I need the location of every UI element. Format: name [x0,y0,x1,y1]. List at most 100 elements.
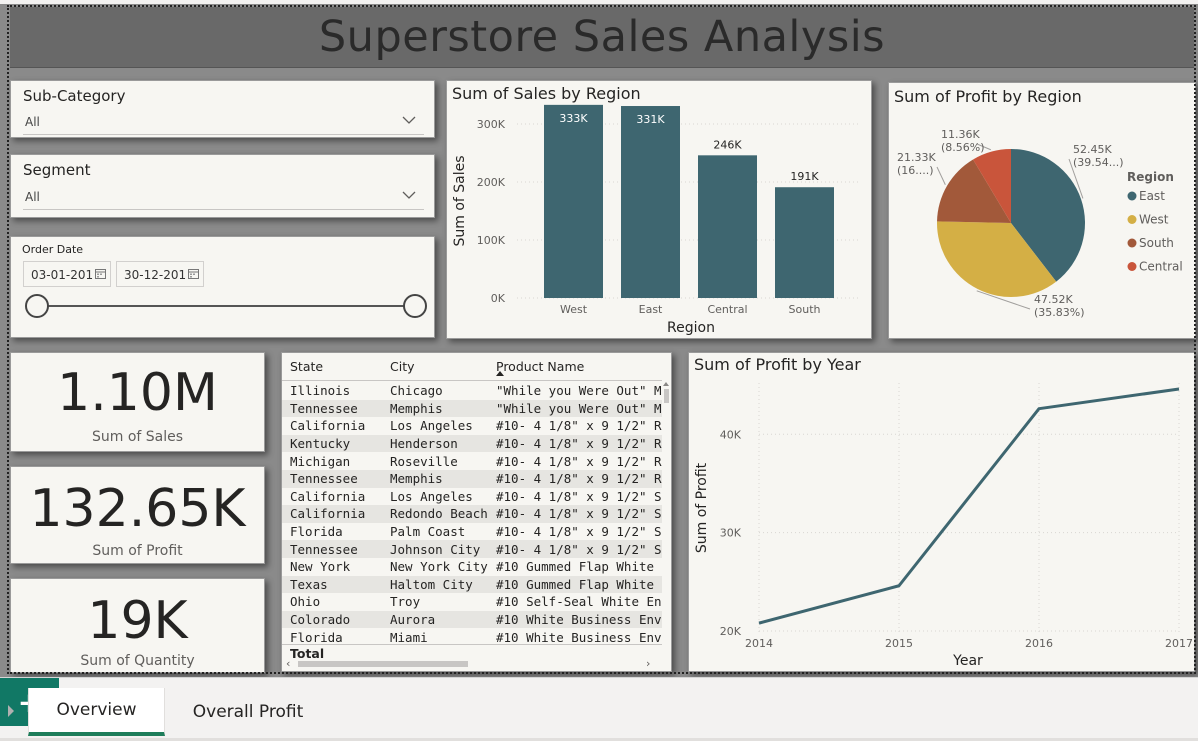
order-date-slicer: Order Date 03-01-201 30-12-201 [10,236,435,338]
table-row[interactable]: OhioTroy#10 Self-Seal White Envel [282,593,662,611]
bar[interactable] [698,155,757,298]
x-tick-label: 2014 [745,637,773,650]
table-grid: Illinois Chicago "While you Were Out" Mes T… [282,382,662,644]
tab-overall-profit[interactable]: Overall Profit [168,688,328,736]
cell-state: California [282,417,382,435]
column-header-state[interactable]: State [290,359,323,374]
table-row[interactable]: California Redondo Beach #10- 4 1/8" x 9 1… [282,505,662,523]
cell-city: Chicago [382,382,488,400]
cell-city: Troy [382,593,488,611]
subcategory-slicer-title: Sub-Category [23,87,126,105]
table-row[interactable]: FloridaPalm Coast#10- 4 1/8" x 9 1/2" Se… [282,522,662,541]
end-date-input[interactable]: 30-12-201 [116,261,204,287]
pie-percent-label: (16....) [897,164,934,177]
y-axis-label: Sum of Sales [452,155,468,246]
legend-marker[interactable] [1127,262,1137,271]
legend-item-label[interactable]: Central [1139,260,1183,274]
horizontal-scroll-thumb[interactable] [298,661,468,667]
y-tick-label: 200K [477,176,506,189]
y-tick-label: 300K [477,118,506,131]
table-row[interactable]: KentuckyHenderson#10- 4 1/8" x 9 1/2" Re… [282,434,662,453]
table-row[interactable]: TennesseeMemphis#10- 4 1/8" x 9 1/2" Rec… [282,469,662,488]
cell-city: Los Angeles [382,417,488,435]
legend-marker[interactable] [1127,215,1137,224]
profit-by-year-chart[interactable]: Sum of Profit by Year 20K 30K 40K 2014 2015 2… [688,352,1195,672]
scroll-left-icon[interactable]: ‹ [286,657,290,670]
quantity-card: 19K Sum of Quantity [10,578,265,673]
cell-city: Memphis [382,399,488,418]
pie-value-label: 47.52K [1034,293,1073,306]
table-row[interactable]: MichiganRoseville#10- 4 1/8" x 9 1/2" Re… [282,452,662,470]
column-header-city[interactable]: City [390,359,415,374]
y-tick-label: 0K [491,292,506,305]
bar[interactable] [775,187,834,298]
legend-item-label[interactable]: West [1139,213,1169,227]
bar[interactable] [621,106,680,298]
legend-item-label[interactable]: East [1139,189,1165,203]
cell-product-name: "While you Were Out" Mes [488,382,662,400]
sales-card-value: 1.10M [57,363,218,423]
table-row[interactable]: Tennessee Johnson City #10- 4 1/8" x 9 1/2… [282,540,662,558]
quantity-card-label: Sum of Quantity [80,653,195,669]
scroll-up-icon[interactable] [663,382,669,386]
horizontal-scrollbar[interactable]: ‹ › [282,657,662,671]
tab-scroll-left-icon[interactable] [8,705,14,717]
y-tick-label: 40K [720,428,742,441]
legend-title: Region [1127,170,1174,184]
subcategory-dropdown-value: All [25,115,40,129]
cell-city: Roseville [382,452,488,470]
profit-by-region-plot: 52.45K(39.54...) 47.52K(35.83%) 21.33K(16.… [897,128,1183,319]
bar[interactable] [544,104,603,298]
calendar-icon[interactable] [188,268,199,279]
table-row[interactable]: California Los Angeles #10- 4 1/8" x 9 1/2… [282,417,662,435]
pie-value-label: 52.45K [1073,143,1112,156]
cell-product-name: #10- 4 1/8" x 9 1/2" Recy [488,469,662,488]
sort-ascending-icon [496,371,504,376]
cell-product-name: #10- 4 1/8" x 9 1/2" Recy [488,452,662,470]
table-row[interactable]: Illinois Chicago "While you Were Out" Mes [282,382,662,400]
legend-marker[interactable] [1127,191,1137,201]
sales-by-region-chart[interactable]: Sum of Sales by Region 0K 100K 200K 300K Sum… [446,80,872,339]
vertical-scrollbar[interactable] [662,381,671,646]
profit-by-region-chart[interactable]: Sum of Profit by Region 52.45K (39.54...)… [888,82,1196,339]
legend-marker[interactable] [1127,238,1137,248]
column-header-product-name[interactable]: Product Name [496,359,584,374]
segment-dropdown[interactable]: All [23,184,424,210]
table-row[interactable]: Florida Miami #10 White Business Envel [282,628,662,644]
pie-leader-line [936,166,946,185]
cell-state: New York [282,557,382,576]
orders-table[interactable]: State City Product Name Illinois Chicago "… [281,352,672,672]
cell-city: Los Angeles [382,487,488,506]
legend-item-label[interactable]: South [1139,236,1174,250]
date-range-start-handle[interactable] [25,294,49,318]
quantity-card-value: 19K [87,591,188,651]
start-date-input[interactable]: 03-01-201 [23,261,111,287]
cell-state: California [282,505,382,523]
table-row[interactable]: Tennessee Memphis "While you Were Out" Mes [282,399,662,418]
tab-overall-profit-label: Overall Profit [192,702,304,722]
bar-data-label: 191K [790,170,819,183]
tab-overview[interactable]: Overview [28,688,165,736]
table-row[interactable]: Texas Haltom City #10 Gummed Flap White E [282,575,662,594]
date-range-end-handle[interactable] [403,294,427,318]
sales-card: 1.10M Sum of Sales [10,352,265,452]
subcategory-dropdown[interactable]: All [23,109,424,135]
cell-state: Texas [282,575,382,594]
line-series[interactable] [758,387,1180,625]
top-strip [0,0,1198,4]
calendar-icon[interactable] [95,268,106,279]
vertical-scroll-thumb[interactable] [664,389,669,403]
table-row[interactable]: New York New York City #10 Gummed Flap Whi… [282,557,662,576]
cell-state: Florida [282,522,382,541]
cell-state: Tennessee [282,540,382,558]
table-row[interactable]: Colorado Aurora #10 White Business Envel [282,610,662,629]
table-row[interactable]: California Los Angeles #10- 4 1/8" x 9 1/2… [282,487,662,506]
cell-city: Haltom City [382,575,488,594]
x-tick-label: 2017 [1165,637,1193,650]
pie-percent-label: (35.83%) [1034,306,1085,319]
cell-state: Tennessee [282,399,382,418]
x-axis-label: Region [667,320,715,336]
profit-card-value: 132.65K [29,479,246,539]
scroll-right-icon[interactable]: › [646,657,650,670]
cell-state: Kentucky [282,434,382,453]
